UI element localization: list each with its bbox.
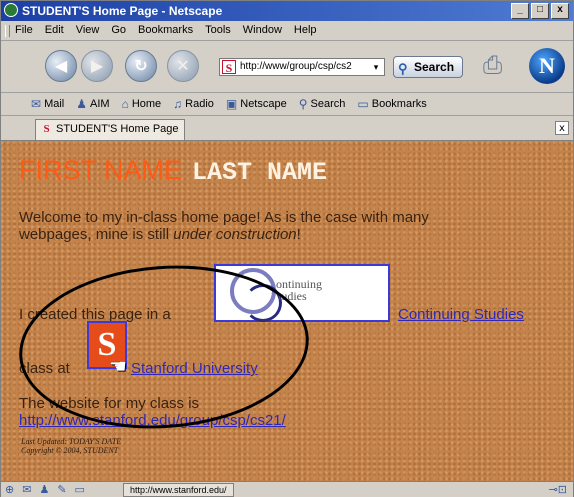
menu-tools[interactable]: Tools bbox=[205, 24, 231, 36]
website-text: The website for my class is bbox=[19, 395, 200, 412]
status-bar: ⊕ ✉ ♟ ✎ ▭ http://www.stanford.edu/ ⊸⊡ bbox=[1, 481, 573, 497]
search-button[interactable]: ⚲ Search bbox=[393, 56, 463, 78]
hand-cursor-icon: ☚ bbox=[109, 354, 127, 378]
title-bar: STUDENT'S Home Page - Netscape _ □ x bbox=[1, 1, 573, 21]
toolbar-radio[interactable]: ♫ Radio bbox=[173, 97, 214, 111]
netscape-icon: ▣ bbox=[225, 97, 238, 111]
toolbar-netscape-label: Netscape bbox=[240, 98, 287, 110]
window-controls: _ □ x bbox=[511, 3, 569, 19]
page-footer: Last Updated: TODAY'S DATE Copyright © 2… bbox=[21, 437, 121, 455]
toolbar-mail[interactable]: ✉ Mail bbox=[31, 97, 64, 111]
personal-toolbar: ✉ Mail ♟ AIM ⌂ Home ♫ Radio ▣ Netscape ⚲ Searc… bbox=[1, 93, 573, 116]
security-lock-icon[interactable]: ⊸⊡ bbox=[549, 483, 567, 496]
browser-window: STUDENT'S Home Page - Netscape _ □ x Fil… bbox=[0, 0, 574, 497]
menu-view[interactable]: View bbox=[76, 24, 100, 36]
navigator-icon[interactable]: ⊕ bbox=[5, 483, 14, 496]
toolbar-aim-label: AIM bbox=[90, 98, 110, 110]
mail-icon: ✉ bbox=[31, 97, 42, 111]
radio-icon: ♫ bbox=[173, 97, 183, 111]
toolbar-bookmarks[interactable]: ▭ Bookmarks bbox=[357, 97, 426, 111]
menu-help[interactable]: Help bbox=[294, 24, 317, 36]
menu-edit[interactable]: Edit bbox=[45, 24, 64, 36]
window-title: STUDENT'S Home Page - Netscape bbox=[22, 4, 223, 18]
mail-icon[interactable]: ✉ bbox=[22, 483, 31, 496]
close-button[interactable]: x bbox=[551, 3, 569, 19]
composer-icon[interactable]: ✎ bbox=[57, 483, 66, 496]
welcome-line-2a: webpages, mine is still bbox=[19, 226, 174, 243]
menu-bookmarks[interactable]: Bookmarks bbox=[138, 24, 193, 36]
minimize-button[interactable]: _ bbox=[511, 3, 529, 19]
welcome-line-2b: under construction bbox=[173, 226, 297, 243]
stanford-university-link[interactable]: Stanford University bbox=[131, 360, 258, 377]
tab-label: STUDENT'S Home Page bbox=[56, 123, 179, 135]
maximize-button[interactable]: □ bbox=[531, 3, 549, 19]
menu-go[interactable]: Go bbox=[111, 24, 126, 36]
close-tab-icon[interactable]: x bbox=[555, 121, 569, 135]
menu-bar: File Edit View Go Bookmarks Tools Window… bbox=[1, 21, 573, 41]
search-icon: ⚲ bbox=[398, 61, 408, 76]
toolbar-netscape[interactable]: ▣ Netscape bbox=[226, 97, 287, 111]
address-book-icon[interactable]: ▭ bbox=[75, 483, 85, 496]
welcome-paragraph: Welcome to my in-class home page! As is … bbox=[19, 209, 559, 243]
toolbar-home[interactable]: ⌂ Home bbox=[122, 97, 162, 111]
class-at-text: class at bbox=[19, 360, 70, 377]
site-favicon-icon: S bbox=[43, 123, 50, 135]
toolbar-grip[interactable] bbox=[5, 25, 10, 37]
logo-text-studies: tudies bbox=[278, 289, 307, 303]
toolbar-aim[interactable]: ♟ AIM bbox=[76, 97, 109, 111]
toolbar-home-label: Home bbox=[131, 98, 162, 110]
toolbar-bookmarks-label: Bookmarks bbox=[371, 98, 427, 110]
last-name: LAST NAME bbox=[192, 158, 328, 187]
welcome-line-1: Welcome to my in-class home page! As is … bbox=[19, 209, 429, 226]
url-field[interactable]: S http://www/group/csp/cs2 ▾ bbox=[219, 58, 385, 76]
class-website-link[interactable]: http://www.stanford.edu/group/csp/cs21/ bbox=[19, 412, 286, 429]
toolbar-search-label: Search bbox=[310, 98, 346, 110]
toolbar-mail-label: Mail bbox=[44, 98, 65, 110]
toolbar-search[interactable]: ⚲ Search bbox=[299, 97, 346, 111]
navigation-toolbar: ◀ ▶ ↻ ✕ S http://www/group/csp/cs2 ▾ ⚲ S… bbox=[1, 41, 573, 93]
menu-file[interactable]: File bbox=[15, 24, 33, 36]
menu-window[interactable]: Window bbox=[243, 24, 282, 36]
reload-button[interactable]: ↻ bbox=[125, 50, 157, 82]
search-icon: ⚲ bbox=[298, 97, 308, 111]
page-content: FIRST NAME LAST NAME Welcome to my in-cla… bbox=[1, 141, 573, 481]
first-name: FIRST NAME bbox=[19, 155, 183, 185]
welcome-line-2c: ! bbox=[296, 226, 301, 243]
stop-button[interactable]: ✕ bbox=[167, 50, 199, 82]
site-favicon-icon: S bbox=[222, 60, 236, 75]
back-button[interactable]: ◀ bbox=[45, 50, 77, 82]
page-title: FIRST NAME LAST NAME bbox=[19, 155, 327, 187]
forward-button[interactable]: ▶ bbox=[81, 50, 113, 82]
aim-icon[interactable]: ♟ bbox=[39, 483, 49, 496]
search-button-label: Search bbox=[414, 60, 455, 74]
copyright-text: Copyright © 2004, STUDENT bbox=[21, 446, 119, 455]
tab-students-home-page[interactable]: S STUDENT'S Home Page bbox=[35, 119, 185, 140]
tab-bar: S STUDENT'S Home Page x bbox=[1, 116, 573, 141]
netscape-app-icon bbox=[4, 3, 18, 17]
status-url: http://www.stanford.edu/ bbox=[123, 483, 234, 497]
bookmarks-icon: ▭ bbox=[357, 97, 369, 111]
home-icon: ⌂ bbox=[121, 97, 129, 111]
netscape-logo[interactable]: N bbox=[529, 48, 565, 84]
last-updated-text: Last Updated: TODAY'S DATE bbox=[21, 437, 122, 446]
component-bar: ⊕ ✉ ♟ ✎ ▭ bbox=[5, 483, 85, 496]
print-icon[interactable]: ⎙ bbox=[483, 51, 519, 81]
aim-icon: ♟ bbox=[76, 97, 87, 111]
continuing-studies-link[interactable]: Continuing Studies bbox=[398, 306, 524, 323]
toolbar-radio-label: Radio bbox=[185, 98, 214, 110]
url-dropdown-icon[interactable]: ▾ bbox=[370, 60, 382, 74]
continuing-studies-logo[interactable]: ontinuing tudies bbox=[214, 264, 390, 322]
url-text[interactable]: http://www/group/csp/cs2 bbox=[240, 61, 368, 72]
